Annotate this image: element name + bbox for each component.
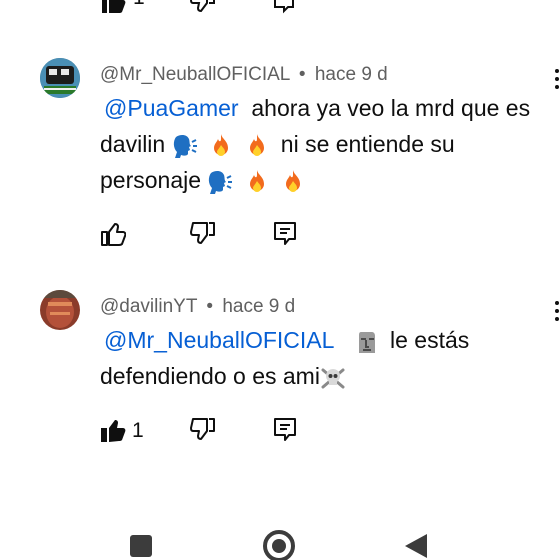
skull-crossbones-emoji (321, 368, 345, 389)
comment-text: davilin (100, 131, 166, 157)
system-navigation-bar (0, 520, 560, 560)
reply-icon[interactable] (272, 221, 298, 247)
fire-emoji (286, 169, 301, 192)
comment-line-2: defendiendo o es ami (100, 358, 350, 394)
comment-text: defendiendo o es ami (100, 363, 320, 389)
fire-emoji (250, 133, 265, 156)
dislike-icon[interactable] (190, 0, 216, 14)
fire-emoji (214, 133, 228, 156)
like-filled-icon[interactable] (100, 417, 126, 443)
comment-line-1: @Mr_NeuballOFICIAL le estás (104, 322, 469, 358)
previous-comment-actions: 1 (0, 0, 560, 14)
more-options-icon[interactable] (552, 67, 560, 91)
comment-line-2: davilin ni se entiende su (100, 126, 455, 162)
author-name[interactable]: @davilinYT (100, 296, 197, 317)
like-count: 1 (132, 419, 144, 442)
comment-thread-item: @Mr_NeuballOFICIAL • hace 9 d @PuaGamer … (0, 55, 560, 255)
moai-emoji (358, 331, 375, 353)
reply-icon[interactable] (272, 0, 296, 14)
comment-text: ni se entiende su (280, 131, 455, 157)
comment-meta: @davilinYT • hace 9 d (100, 296, 295, 318)
reply-icon[interactable] (272, 417, 298, 443)
like-icon[interactable] (100, 221, 126, 247)
comment-line-3: personaje (100, 162, 310, 198)
fire-emoji (249, 169, 264, 192)
comment-time: hace 9 d (222, 296, 296, 317)
comment-time: hace 9 d (314, 64, 388, 85)
avatar-image (40, 58, 80, 98)
speaking-head-emoji (209, 170, 233, 194)
author-name[interactable]: @Mr_NeuballOFICIAL (100, 64, 290, 85)
comment-text: le estás (389, 327, 470, 353)
comment-thread-item: @davilinYT • hace 9 d @Mr_NeuballOFICIAL… (0, 287, 560, 457)
avatar-image (40, 290, 80, 330)
recents-button[interactable] (130, 535, 152, 557)
like-filled-icon[interactable] (100, 0, 126, 14)
mention-link[interactable]: @PuaGamer (104, 95, 239, 121)
back-button[interactable] (403, 532, 429, 560)
dislike-icon[interactable] (190, 417, 216, 443)
speaking-head-emoji (173, 134, 197, 158)
avatar[interactable] (40, 58, 80, 98)
comment-meta: @Mr_NeuballOFICIAL • hace 9 d (100, 64, 388, 86)
more-options-icon[interactable] (552, 299, 560, 323)
home-button[interactable] (262, 529, 296, 560)
avatar[interactable] (40, 290, 80, 330)
mention-link[interactable]: @Mr_NeuballOFICIAL (104, 327, 334, 353)
meta-separator: • (298, 64, 306, 85)
dislike-icon[interactable] (190, 221, 216, 247)
comment-text: personaje (100, 167, 202, 193)
like-count: 1 (133, 0, 145, 10)
comment-text: ahora ya veo la mrd que es (251, 95, 531, 121)
comment-line-1: @PuaGamer ahora ya veo la mrd que es (104, 90, 530, 126)
meta-separator: • (206, 296, 214, 317)
